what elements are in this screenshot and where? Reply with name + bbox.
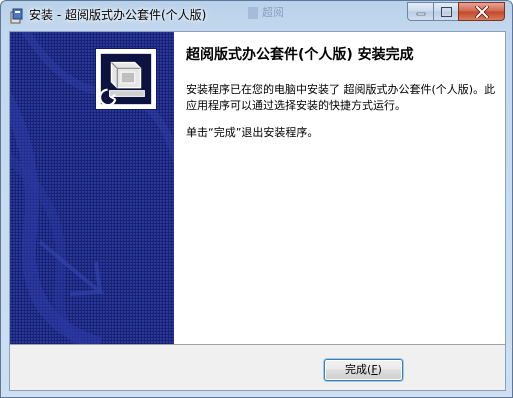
minimize-icon — [416, 12, 425, 15]
finish-button[interactable]: 完成(F) — [324, 359, 403, 381]
title-bar[interactable]: 安装 - 超阅版式办公套件(个人版) 超阅 — [1, 1, 512, 31]
installer-icon — [10, 8, 23, 24]
maximize-button[interactable] — [433, 2, 459, 21]
button-bar: 完成(F) — [10, 344, 505, 390]
finish-button-label: 完成 — [345, 363, 368, 376]
window-title: 安装 - 超阅版式办公套件(个人版) — [29, 8, 207, 22]
close-icon — [474, 5, 489, 18]
page-title: 超阅版式办公套件(个人版) 安装完成 — [186, 47, 414, 63]
finish-accel-close: ) — [377, 363, 382, 376]
minimize-button[interactable] — [407, 2, 434, 21]
maximize-icon — [440, 6, 452, 17]
installer-window: 安装 - 超阅版式办公套件(个人版) 超阅 超阅版式办公套件(个人版) 安装完成… — [0, 0, 513, 398]
setup-computer-icon — [95, 48, 157, 110]
close-button[interactable] — [458, 2, 505, 21]
finish-instruction: 单击“完成”退出安装程序。 — [186, 126, 319, 139]
completion-message: 安装程序已在您的电脑中安装了 超阅版式办公套件(个人版)。此应用程序可以通过选择… — [186, 83, 496, 112]
wizard-page: 超阅版式办公套件(个人版) 安装完成 安装程序已在您的电脑中安装了 超阅版式办公… — [9, 31, 506, 391]
background-window-label: 超阅 — [248, 5, 302, 21]
